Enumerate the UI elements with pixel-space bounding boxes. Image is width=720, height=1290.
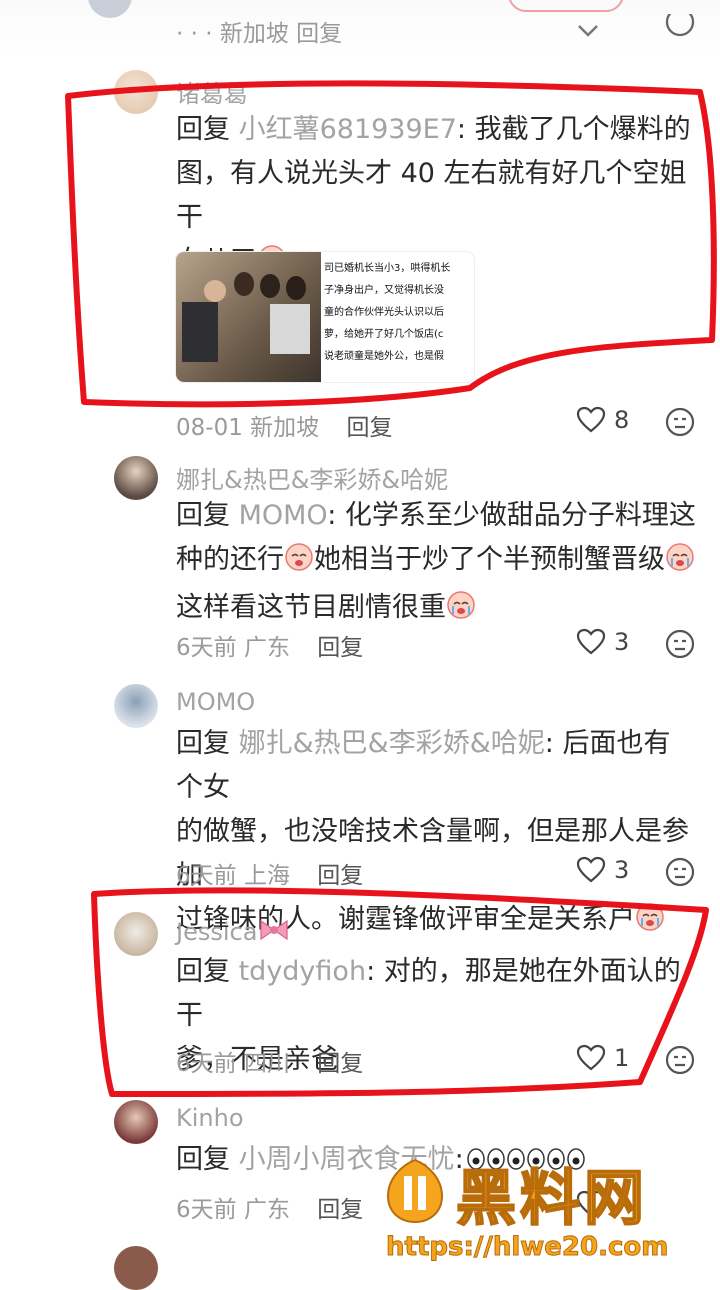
comment-line: 种的还行 bbox=[176, 544, 284, 575]
dislike-icon[interactable] bbox=[664, 856, 696, 888]
watermark-brand: 黑料网 bbox=[455, 1163, 648, 1235]
reply-label: 回复 bbox=[176, 500, 230, 531]
screenshot-text: 司已婚机长当小3，哄得机长 子净身出户，又觉得机长没 童的合作伙伴光头认识以后 … bbox=[324, 263, 451, 362]
like-button[interactable]: 8 bbox=[576, 406, 629, 434]
like-button[interactable]: 3 bbox=[576, 628, 629, 656]
reply-label: 回复 bbox=[176, 114, 230, 145]
heart-icon bbox=[576, 628, 606, 655]
comment-date: 08-01 bbox=[176, 415, 243, 441]
comment-image[interactable]: 司已婚机长当小3，哄得机长 子净身出户，又觉得机长没 童的合作伙伴光头认识以后 … bbox=[176, 252, 474, 382]
reply-button[interactable]: 回复 bbox=[317, 1197, 363, 1223]
dislike-icon[interactable] bbox=[664, 406, 696, 438]
like-button[interactable]: 3 bbox=[576, 856, 629, 884]
comment-meta: 6天前 上海 回复 bbox=[176, 856, 363, 890]
avatar[interactable] bbox=[114, 1246, 158, 1290]
comment-date: 6天前 bbox=[176, 863, 237, 889]
watermark: 黑料网 https://hlwe20.com bbox=[380, 1150, 710, 1270]
reply-button[interactable]: 回复 bbox=[317, 635, 363, 661]
watermark-url: https://hlwe20.com bbox=[385, 1232, 669, 1263]
dislike-icon[interactable] bbox=[664, 14, 696, 46]
comment-location: 上海 bbox=[243, 863, 290, 889]
avatar[interactable] bbox=[114, 456, 158, 500]
chevron-down-icon[interactable] bbox=[574, 20, 602, 42]
reply-label: 回复 bbox=[176, 728, 230, 759]
reply-button[interactable]: 回复 bbox=[317, 1051, 363, 1077]
reply-to-user[interactable]: 娜扎&热巴&李彩娇&哈妮 bbox=[239, 728, 545, 759]
reply-to-user[interactable]: 小红薯681939E7 bbox=[239, 114, 457, 145]
follow-button[interactable] bbox=[508, 0, 624, 12]
reply-label: 回复 bbox=[176, 1144, 230, 1175]
dislike-icon[interactable] bbox=[664, 628, 696, 660]
bow-icon bbox=[257, 916, 291, 950]
reply-button[interactable]: 回复 bbox=[346, 415, 392, 441]
comment-location: 广东 bbox=[243, 635, 290, 661]
like-count: 1 bbox=[614, 1044, 630, 1072]
reply-label: 回复 bbox=[176, 956, 230, 987]
comment-username[interactable]: Jessica bbox=[176, 916, 291, 950]
watermark-logo-icon bbox=[386, 1158, 444, 1224]
crying-emoji-icon bbox=[284, 542, 314, 586]
avatar[interactable] bbox=[114, 1100, 158, 1144]
comment-location: 新加坡 bbox=[250, 415, 320, 441]
comment-username[interactable]: 娜扎&热巴&李彩娇&哈妮 bbox=[176, 460, 448, 495]
photo-thumbnail bbox=[176, 252, 321, 382]
comment-date: 6天前 bbox=[176, 1051, 237, 1077]
crying-emoji-icon bbox=[635, 902, 665, 946]
dislike-icon[interactable] bbox=[664, 1044, 696, 1076]
reply-to-user[interactable]: MOMO bbox=[239, 500, 328, 531]
comment-line: 图，有人说光头才 40 左右就有好几个空姐干 bbox=[176, 158, 687, 233]
comment-meta: 6天前 广东 回复 bbox=[176, 628, 363, 662]
like-button[interactable]: 1 bbox=[576, 1044, 629, 1072]
comment-line: 这样看这节目剧情很重 bbox=[176, 592, 446, 623]
crying-emoji-icon bbox=[446, 590, 476, 634]
comment-text: 回复 MOMO: 化学系至少做甜品分子料理这 种的还行 她相当于炒了个半预制蟹晋级… bbox=[176, 494, 696, 634]
comment-location: 四川 bbox=[243, 1051, 290, 1077]
avatar[interactable] bbox=[114, 70, 158, 114]
comment-text: 回复 娜扎&热巴&李彩娇&哈妮: 后面也有个女 的做蟹，也没啥技术含量啊，但是那… bbox=[176, 722, 696, 946]
avatar[interactable] bbox=[114, 912, 158, 956]
comment-meta: 6天前 广东 回复 bbox=[176, 1190, 363, 1224]
like-count: 3 bbox=[614, 628, 630, 656]
comment-line: 我截了几个爆料的 bbox=[474, 114, 691, 145]
like-count: 8 bbox=[614, 406, 630, 434]
reply-button[interactable]: 回复 bbox=[317, 863, 363, 889]
avatar[interactable] bbox=[114, 684, 158, 728]
top-partial-meta: · · · 新加坡 回复 bbox=[176, 21, 343, 47]
comment-date: 6天前 bbox=[176, 1197, 237, 1223]
heart-icon bbox=[576, 856, 606, 883]
comment-username[interactable]: 诸葛葛 bbox=[176, 74, 248, 109]
comment-line: 化学系至少做甜品分子料理这 bbox=[344, 500, 696, 531]
reply-to-user[interactable]: tdydyfioh bbox=[239, 956, 366, 987]
comment-location: 广东 bbox=[243, 1197, 290, 1223]
comment-line: 她相当于炒了个半预制蟹晋级 bbox=[314, 544, 665, 575]
heart-icon bbox=[576, 1044, 606, 1071]
comment-meta: 6天前 四川 回复 bbox=[176, 1044, 363, 1078]
heart-icon bbox=[576, 406, 606, 433]
comment-username[interactable]: MOMO bbox=[176, 688, 255, 716]
comment-username[interactable]: Kinho bbox=[176, 1104, 244, 1132]
comment-meta: 08-01 新加坡 回复 bbox=[176, 408, 392, 442]
like-count: 3 bbox=[614, 856, 630, 884]
crying-emoji-icon bbox=[665, 542, 695, 586]
comment-date: 6天前 bbox=[176, 635, 237, 661]
